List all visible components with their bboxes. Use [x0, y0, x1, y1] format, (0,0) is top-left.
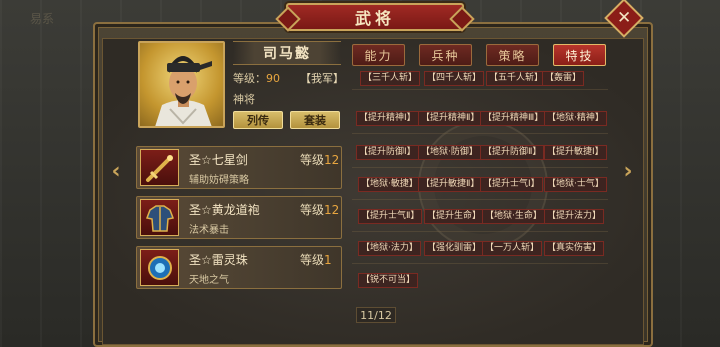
skill-row: 【锐不可当】 [352, 270, 608, 296]
hero-name-plate: 司马懿 [233, 41, 341, 65]
hero-rank: 神将 [233, 93, 255, 106]
tab-skills[interactable]: 特技 [553, 44, 606, 66]
hero-level-value: 90 [266, 72, 280, 85]
tab-troops[interactable]: 兵种 [419, 44, 472, 66]
hero-portrait [138, 41, 225, 128]
equipment-name: 圣☆七星剑 [189, 153, 248, 167]
skill-tag[interactable]: 【地狱·生命】 [482, 209, 545, 224]
equipment-level: 等级12 [300, 203, 340, 217]
skill-tag[interactable]: 【提升防御Ⅰ】 [356, 145, 419, 160]
equipment-name: 圣☆黄龙道袍 [189, 203, 260, 217]
hero-level: 等级：90 [233, 70, 280, 86]
equipment-desc: 天地之气 [189, 275, 229, 286]
skill-row: 【提升精神Ⅰ】 【提升精神Ⅱ】 【提升精神Ⅲ】 【地狱·精神】 [352, 108, 608, 134]
skill-tag[interactable]: 【地狱·防御】 [418, 145, 481, 160]
skill-row: 【提升士气Ⅱ】 【提升生命】 【地狱·生命】 【提升法力】 [352, 206, 608, 232]
skill-tag[interactable]: 【提升精神Ⅲ】 [480, 111, 547, 126]
hero-faction: 【我军】 [300, 72, 344, 85]
skill-tag[interactable]: 【提升敏捷Ⅱ】 [418, 177, 483, 192]
set-button[interactable]: 套装 [290, 111, 340, 129]
skill-tag[interactable]: 【地狱·法力】 [358, 241, 421, 256]
title-banner: 武将 [286, 3, 464, 31]
skill-tag[interactable]: 【地狱·精神】 [544, 111, 607, 126]
background-tab-text: 易系 [30, 12, 55, 26]
equipment-level: 等级1 [300, 253, 332, 267]
hero-name: 司马懿 [263, 46, 311, 62]
skill-tag[interactable]: 【锐不可当】 [358, 273, 419, 288]
skill-tag[interactable]: 【提升士气Ⅰ】 [480, 177, 543, 192]
skill-tag[interactable]: 【四千人斩】 [424, 71, 485, 86]
skill-tag[interactable]: 【提升防御Ⅱ】 [480, 145, 545, 160]
close-icon: ✕ [616, 8, 632, 28]
skill-row: 【地狱·敏捷】 【提升敏捷Ⅱ】 【提升士气Ⅰ】 【地狱·士气】 [352, 174, 608, 200]
equipment-level: 等级12 [300, 153, 340, 167]
skill-tag[interactable]: 【提升精神Ⅰ】 [356, 111, 419, 126]
skill-tag[interactable]: 【提升生命】 [424, 209, 485, 224]
skill-tag[interactable]: 【地狱·士气】 [544, 177, 607, 192]
skill-row: 【三千人斩】 【四千人斩】 【五千人斩】 【轰雷】 [352, 68, 608, 90]
skill-tag[interactable]: 【五千人斩】 [486, 71, 547, 86]
skill-tag[interactable]: 【强化驯雷】 [424, 241, 485, 256]
skill-tag[interactable]: 【三千人斩】 [360, 71, 421, 86]
skill-row: 【提升防御Ⅰ】 【地狱·防御】 【提升防御Ⅱ】 【提升敏捷Ⅰ】 [352, 142, 608, 168]
sword-icon [140, 149, 179, 186]
skill-tag[interactable]: 【地狱·敏捷】 [358, 177, 421, 192]
equipment-slot-2[interactable]: 圣☆黄龙道袍 等级12 法术暴击 [136, 196, 342, 239]
skill-tag[interactable]: 【轰雷】 [542, 71, 585, 86]
skill-tag[interactable]: 【一万人斩】 [482, 241, 543, 256]
equipment-slot-1[interactable]: 圣☆七星剑 等级12 辅助妨碍策略 [136, 146, 342, 189]
orb-icon [140, 249, 179, 286]
page-indicator: 11/12 [356, 307, 396, 323]
tab-ability[interactable]: 能力 [352, 44, 405, 66]
skill-tag[interactable]: 【提升士气Ⅱ】 [358, 209, 423, 224]
skill-tag[interactable]: 【提升敏捷Ⅰ】 [544, 145, 607, 160]
equipment-desc: 辅助妨碍策略 [189, 175, 249, 186]
skill-tag[interactable]: 【提升法力】 [544, 209, 605, 224]
equipment-slot-3[interactable]: 圣☆雷灵珠 等级1 天地之气 [136, 246, 342, 289]
hero-level-label: 等级： [233, 72, 266, 85]
skill-tag[interactable]: 【提升精神Ⅱ】 [418, 111, 483, 126]
prev-hero-arrow-icon[interactable]: ‹ [108, 159, 124, 184]
skill-list: 【三千人斩】 【四千人斩】 【五千人斩】 【轰雷】 【提升精神Ⅰ】 【提升精神Ⅱ… [352, 68, 608, 300]
next-hero-arrow-icon[interactable]: › [620, 159, 636, 184]
equipment-desc: 法术暴击 [189, 225, 229, 236]
equipment-name: 圣☆雷灵珠 [189, 253, 248, 267]
tab-strategy[interactable]: 策略 [486, 44, 539, 66]
robe-icon [140, 199, 179, 236]
biography-button[interactable]: 列传 [233, 111, 283, 129]
skill-row: 【地狱·法力】 【强化驯雷】 【一万人斩】 【真实伤害】 [352, 238, 608, 264]
skill-tag[interactable]: 【真实伤害】 [544, 241, 605, 256]
panel-title: 武将 [354, 9, 395, 28]
